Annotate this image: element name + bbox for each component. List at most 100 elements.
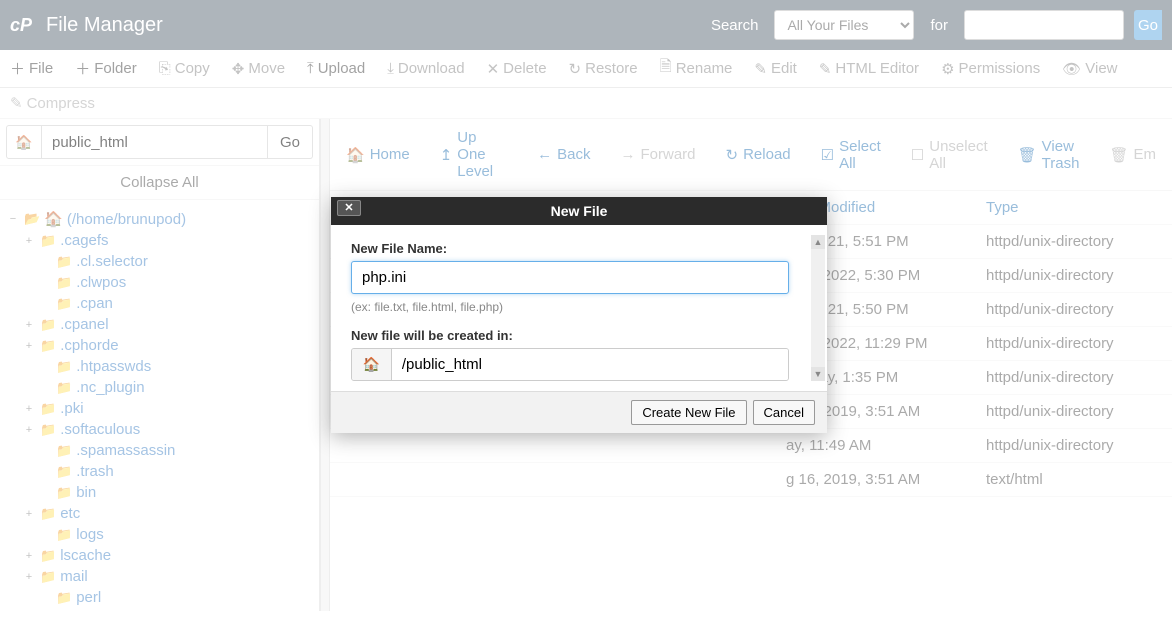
search-go-button[interactable]: Go — [1134, 10, 1162, 40]
expand-icon[interactable]: + — [22, 508, 36, 520]
tree-item[interactable]: +📁.cphorde — [6, 335, 315, 356]
search-input[interactable] — [964, 10, 1124, 40]
expand-icon[interactable]: + — [22, 235, 36, 247]
tree-item-label: .cphorde — [60, 337, 118, 354]
delete-button[interactable]: ✕Delete — [487, 60, 547, 78]
tree-item-label: mail — [60, 568, 88, 585]
folder-icon: 📁 — [56, 590, 72, 606]
rename-button[interactable]: 🗎Rename — [660, 56, 733, 81]
tree-item[interactable]: +📁.softaculous — [6, 419, 315, 440]
file-button[interactable]: ＋File — [10, 58, 53, 79]
tree-item[interactable]: +📁.clwpos — [6, 272, 315, 293]
tree-item[interactable]: +📁.trash — [6, 461, 315, 482]
html-editor-button[interactable]: ✎HTML Editor — [819, 60, 919, 78]
reload-button[interactable]: ↻Reload — [726, 129, 791, 180]
modal-body: ▲ ▼ New File Name: (ex: file.txt, file.h… — [331, 225, 827, 391]
home-button[interactable]: 🏠Home — [346, 129, 410, 180]
tree-item[interactable]: +📁lscache — [6, 545, 315, 566]
location-path-input[interactable] — [392, 349, 788, 380]
tree-item-label: .cagefs — [60, 232, 108, 249]
empty-trash-button[interactable]: 🗑Em — [1109, 129, 1156, 180]
expand-icon[interactable]: + — [22, 550, 36, 562]
compress-icon: ✎ — [10, 94, 23, 112]
toggle-spacer: + — [38, 361, 52, 373]
tree-item-label: .nc_plugin — [76, 379, 144, 396]
pane-divider[interactable] — [320, 119, 330, 611]
modal-title-bar[interactable]: ✕ New File — [331, 197, 827, 225]
tree-item[interactable]: +📁perl — [6, 587, 315, 608]
back-button[interactable]: ←Back — [537, 129, 590, 180]
location-input[interactable] — [42, 125, 268, 159]
filename-hint: (ex: file.txt, file.html, file.php) — [351, 300, 789, 314]
folder-button[interactable]: ＋Folder — [75, 58, 137, 79]
select-all-button[interactable]: ☑Select All — [821, 129, 881, 180]
tree-item[interactable]: +📁.htpasswds — [6, 356, 315, 377]
type-cell: httpd/unix-directory — [986, 437, 1156, 454]
unselect-all-button[interactable]: ☐Unselect All — [911, 129, 988, 180]
toggle-spacer: + — [38, 256, 52, 268]
type-cell: httpd/unix-directory — [986, 403, 1156, 420]
location-label: New file will be created in: — [351, 328, 789, 343]
toggle-spacer: + — [38, 592, 52, 604]
home-icon-button[interactable]: 🏠 — [6, 125, 42, 159]
collapse-all-button[interactable]: Collapse All — [0, 166, 319, 200]
tree-item-label: .clwpos — [76, 274, 126, 291]
filename-input[interactable] — [351, 261, 789, 294]
tree-item[interactable]: +📁.cl.selector — [6, 251, 315, 272]
compress-button[interactable]: ✎ Compress — [10, 94, 1162, 112]
expand-icon[interactable]: + — [22, 403, 36, 415]
location-home-button[interactable]: 🏠 — [352, 349, 392, 380]
tree-item[interactable]: +📁bin — [6, 482, 315, 503]
modal-close-button[interactable]: ✕ — [337, 200, 361, 216]
scroll-down-icon[interactable]: ▼ — [811, 367, 825, 381]
html-editor-icon: ✎ — [819, 60, 832, 78]
folder-icon: ＋ — [75, 58, 90, 79]
table-row[interactable]: ay, 11:49 AMhttpd/unix-directory — [330, 429, 1172, 463]
checkbox-empty-icon: ☐ — [911, 146, 924, 164]
cancel-button[interactable]: Cancel — [753, 400, 815, 425]
expand-icon[interactable]: + — [22, 319, 36, 331]
table-row[interactable]: g 16, 2019, 3:51 AMtext/html — [330, 463, 1172, 497]
view-trash-button[interactable]: 🗑View Trash — [1018, 129, 1080, 180]
download-button[interactable]: ⤓Download — [387, 60, 464, 77]
upload-button[interactable]: ⤒Upload — [307, 60, 365, 77]
expand-icon[interactable]: + — [22, 571, 36, 583]
secondary-toolbar: ✎ Compress — [0, 88, 1172, 119]
type-cell: text/html — [986, 471, 1156, 488]
tree-item[interactable]: +📁.cpan — [6, 293, 315, 314]
tree-item[interactable]: +📁etc — [6, 503, 315, 524]
tree-item[interactable]: +📁.cpanel — [6, 314, 315, 335]
forward-button[interactable]: →Forward — [621, 129, 696, 180]
arrow-right-icon: → — [621, 146, 636, 163]
permissions-button[interactable]: ⚙Permissions — [941, 60, 1040, 78]
type-cell: httpd/unix-directory — [986, 335, 1156, 352]
move-button[interactable]: ✥Move — [232, 60, 285, 78]
modal-scrollbar[interactable] — [811, 235, 825, 381]
location-go-button[interactable]: Go — [268, 125, 313, 159]
tree-item[interactable]: +📁.pki — [6, 398, 315, 419]
up-one-level-button[interactable]: ↥Up One Level — [440, 129, 507, 180]
folder-icon: 📁 — [40, 422, 56, 438]
tree-item[interactable]: +📁mail — [6, 566, 315, 587]
tree-item[interactable]: +📁.nc_plugin — [6, 377, 315, 398]
create-new-file-button[interactable]: Create New File — [631, 400, 746, 425]
tree-item-label: etc — [60, 505, 80, 522]
edit-button[interactable]: ✎Edit — [754, 60, 796, 78]
scroll-up-icon[interactable]: ▲ — [811, 235, 825, 249]
view-button[interactable]: 👁View — [1062, 60, 1117, 78]
col-type-header[interactable]: Type — [986, 199, 1156, 216]
tree-item[interactable]: +📁logs — [6, 524, 315, 545]
tree-item-label: lscache — [60, 547, 111, 564]
expand-icon[interactable]: + — [22, 340, 36, 352]
tree-root[interactable]: − 📂 🏠 (/home/brunupod) — [6, 208, 315, 230]
tree-item[interactable]: +📁.cagefs — [6, 230, 315, 251]
copy-button[interactable]: ⎘Copy — [159, 60, 210, 77]
tree-item-label: .cpan — [76, 295, 113, 312]
expand-icon[interactable]: + — [22, 424, 36, 436]
collapse-icon[interactable]: − — [6, 213, 20, 225]
restore-button[interactable]: ↻Restore — [569, 60, 638, 78]
folder-icon: 📁 — [56, 485, 72, 501]
type-cell: httpd/unix-directory — [986, 233, 1156, 250]
tree-item[interactable]: +📁.spamassassin — [6, 440, 315, 461]
search-scope-select[interactable]: All Your Files — [774, 10, 914, 40]
